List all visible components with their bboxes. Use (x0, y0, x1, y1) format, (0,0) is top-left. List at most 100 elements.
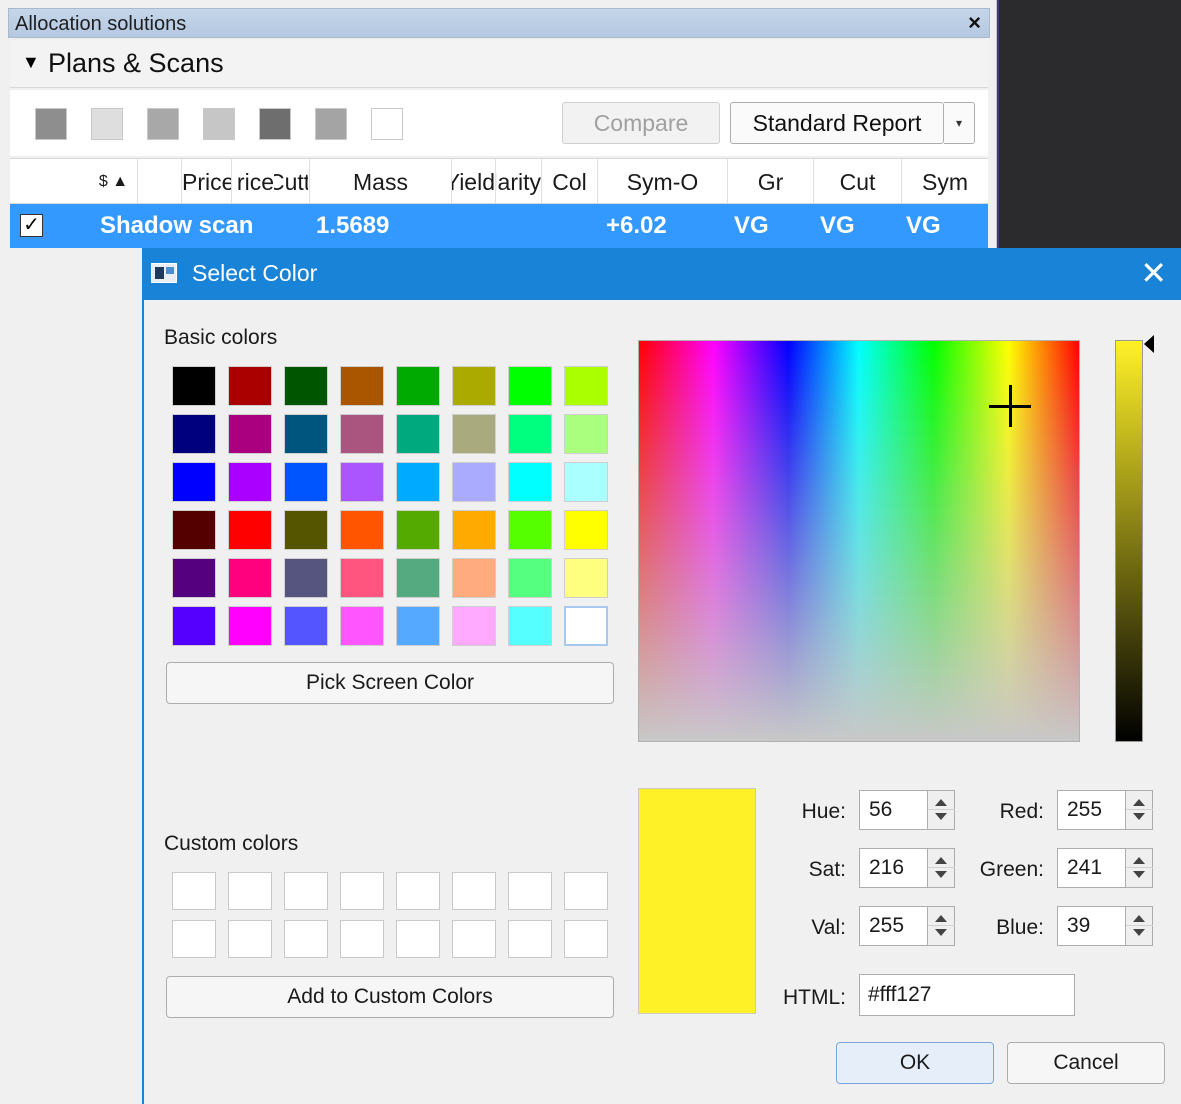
slider-pointer-icon[interactable] (1144, 335, 1154, 353)
basic-color-swatch[interactable] (508, 414, 552, 454)
column-header[interactable]: PriceCutting (232, 159, 310, 205)
value-slider[interactable] (1115, 340, 1143, 742)
basic-color-swatch[interactable] (284, 366, 328, 406)
basic-color-swatch[interactable] (284, 558, 328, 598)
table-row[interactable]: ✓ Shadow scan 1.5689 +6.02 VG VG VG (10, 204, 988, 248)
custom-color-swatch[interactable] (452, 920, 496, 958)
custom-color-swatch[interactable] (508, 872, 552, 910)
spin-arrows-icon[interactable] (927, 849, 955, 887)
basic-color-swatch[interactable] (172, 558, 216, 598)
basic-color-swatch[interactable] (396, 510, 440, 550)
basic-color-swatch[interactable] (452, 462, 496, 502)
custom-color-swatch[interactable] (172, 920, 216, 958)
val-spinbox[interactable]: 255 (859, 906, 955, 946)
custom-color-swatch[interactable] (284, 872, 328, 910)
column-header[interactable]: Gr (728, 159, 814, 205)
column-header[interactable]: $ ▲ (90, 159, 138, 205)
row-checkbox[interactable]: ✓ (20, 214, 43, 237)
basic-color-swatch[interactable] (228, 366, 272, 406)
column-header[interactable]: Sym-O (598, 159, 728, 205)
basic-color-swatch[interactable] (228, 462, 272, 502)
basic-color-swatch[interactable] (452, 558, 496, 598)
column-header[interactable]: Mass (310, 159, 452, 205)
close-icon[interactable]: × (968, 10, 981, 36)
column-header[interactable]: Cut (814, 159, 902, 205)
plans-scans-header[interactable]: ▼ Plans & Scans (10, 40, 988, 88)
basic-color-swatch[interactable] (340, 558, 384, 598)
ok-button[interactable]: OK (836, 1042, 994, 1084)
column-header[interactable] (138, 159, 182, 205)
basic-color-swatch[interactable] (396, 414, 440, 454)
column-header[interactable]: Clarity (496, 159, 542, 205)
pick-screen-color-button[interactable]: Pick Screen Color (166, 662, 614, 704)
custom-color-swatch[interactable] (284, 920, 328, 958)
basic-color-swatch[interactable] (172, 462, 216, 502)
basic-color-swatch[interactable] (228, 510, 272, 550)
basic-color-swatch[interactable] (340, 606, 384, 646)
basic-color-swatch[interactable] (284, 414, 328, 454)
basic-color-swatch[interactable] (172, 366, 216, 406)
basic-color-swatch[interactable] (340, 462, 384, 502)
custom-color-swatch[interactable] (564, 872, 608, 910)
basic-color-swatch[interactable] (172, 510, 216, 550)
custom-color-swatch[interactable] (396, 872, 440, 910)
html-color-input[interactable]: #fff127 (859, 974, 1075, 1016)
chevron-down-icon[interactable]: ▾ (944, 102, 975, 144)
basic-color-swatch[interactable] (508, 366, 552, 406)
basic-color-swatch[interactable] (340, 414, 384, 454)
toolbar-swatch[interactable] (35, 108, 67, 140)
hue-spinbox[interactable]: 56 (859, 790, 955, 830)
column-header[interactable]: Col (542, 159, 598, 205)
custom-color-swatch[interactable] (228, 920, 272, 958)
basic-color-swatch[interactable] (564, 606, 608, 646)
basic-color-swatch[interactable] (396, 558, 440, 598)
standard-report-button[interactable]: Standard Report (730, 102, 944, 144)
compare-button[interactable]: Compare (562, 102, 720, 144)
custom-color-swatch[interactable] (564, 920, 608, 958)
red-spinbox[interactable]: 255 (1057, 790, 1153, 830)
basic-color-swatch[interactable] (452, 414, 496, 454)
basic-color-swatch[interactable] (228, 558, 272, 598)
spin-arrows-icon[interactable] (927, 907, 955, 945)
add-to-custom-colors-button[interactable]: Add to Custom Colors (166, 976, 614, 1018)
spin-arrows-icon[interactable] (1125, 791, 1153, 829)
collapse-arrow-icon[interactable]: ▼ (22, 52, 40, 73)
close-icon[interactable]: ✕ (1140, 254, 1167, 292)
basic-color-swatch[interactable] (508, 510, 552, 550)
basic-color-swatch[interactable] (564, 558, 608, 598)
toolbar-swatch[interactable] (147, 108, 179, 140)
column-header[interactable]: Sym (902, 159, 988, 205)
custom-color-swatch[interactable] (228, 872, 272, 910)
basic-color-swatch[interactable] (172, 606, 216, 646)
basic-color-swatch[interactable] (564, 462, 608, 502)
toolbar-swatch[interactable] (315, 108, 347, 140)
basic-color-swatch[interactable] (284, 462, 328, 502)
custom-color-swatch[interactable] (396, 920, 440, 958)
basic-color-swatch[interactable] (396, 606, 440, 646)
custom-color-swatch[interactable] (508, 920, 552, 958)
toolbar-swatch[interactable] (91, 108, 123, 140)
toolbar-swatch[interactable] (203, 108, 235, 140)
basic-color-swatch[interactable] (452, 606, 496, 646)
blue-spinbox[interactable]: 39 (1057, 906, 1153, 946)
column-header[interactable]: Yield (452, 159, 496, 205)
toolbar-swatch[interactable] (259, 108, 291, 140)
basic-color-swatch[interactable] (508, 606, 552, 646)
basic-color-swatch[interactable] (452, 510, 496, 550)
basic-color-swatch[interactable] (396, 462, 440, 502)
basic-color-swatch[interactable] (564, 414, 608, 454)
basic-color-swatch[interactable] (508, 462, 552, 502)
spin-arrows-icon[interactable] (1125, 849, 1153, 887)
spin-arrows-icon[interactable] (927, 791, 955, 829)
green-spinbox[interactable]: 241 (1057, 848, 1153, 888)
basic-color-swatch[interactable] (340, 510, 384, 550)
custom-color-swatch[interactable] (452, 872, 496, 910)
cancel-button[interactable]: Cancel (1007, 1042, 1165, 1084)
custom-color-swatch[interactable] (340, 920, 384, 958)
spin-arrows-icon[interactable] (1125, 907, 1153, 945)
basic-color-swatch[interactable] (508, 558, 552, 598)
custom-color-swatch[interactable] (172, 872, 216, 910)
basic-color-swatch[interactable] (228, 414, 272, 454)
basic-color-swatch[interactable] (452, 366, 496, 406)
basic-color-swatch[interactable] (564, 366, 608, 406)
